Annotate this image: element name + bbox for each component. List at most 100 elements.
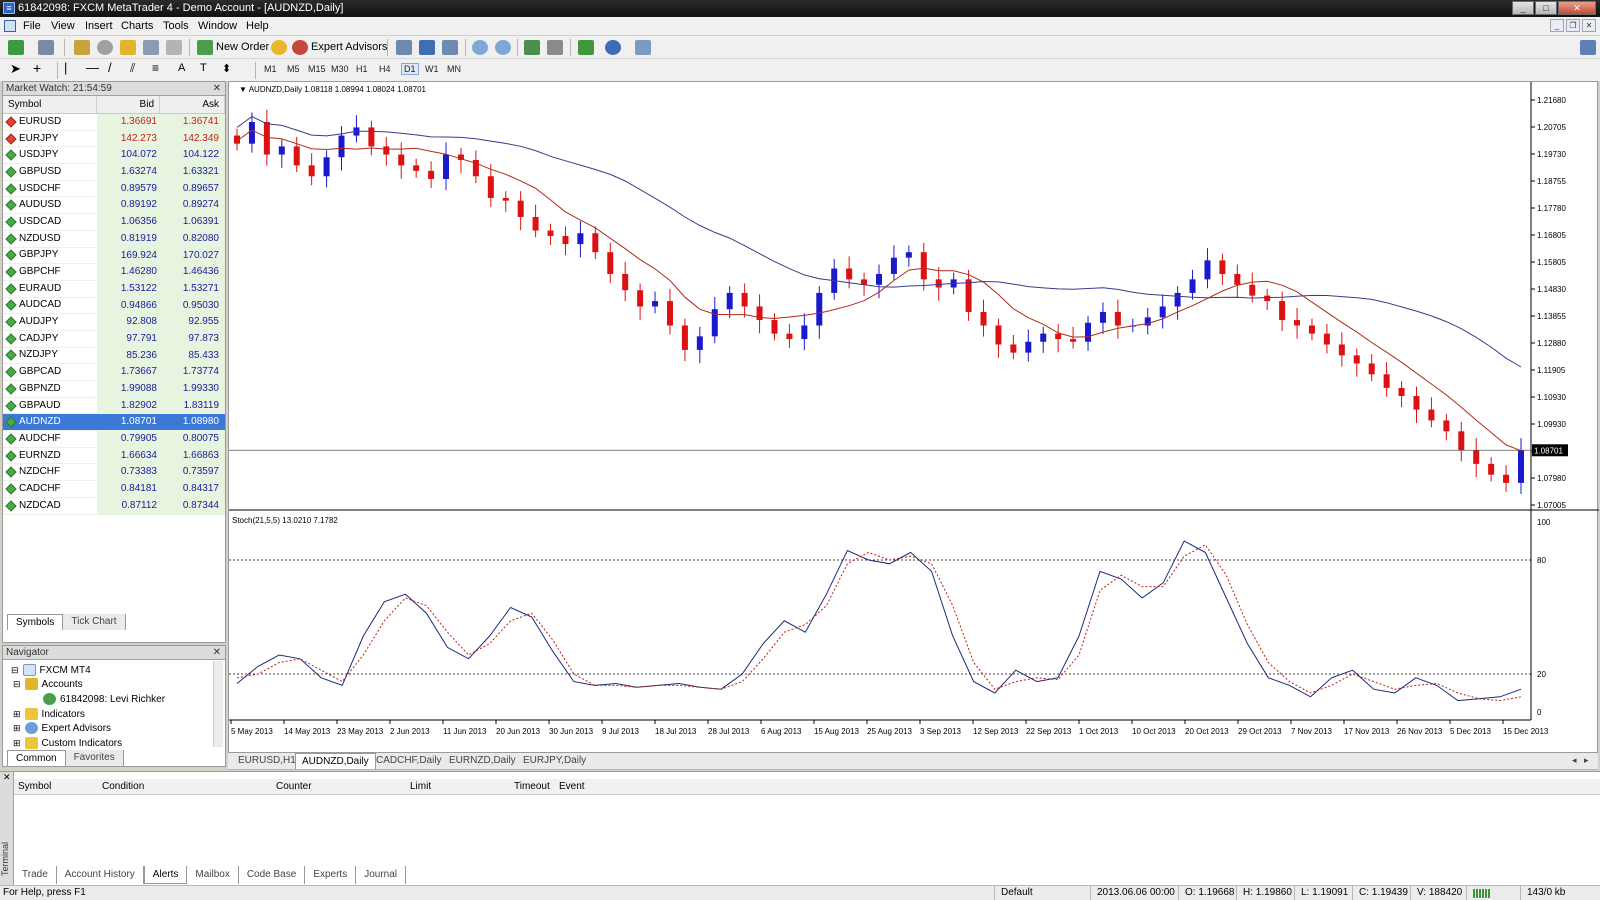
tab-common[interactable]: Common [7,750,66,766]
chart-tab-cadchf-daily[interactable]: CADCHF,Daily [376,755,442,766]
market-watch-row[interactable]: EURJPY 142.273 142.349 [3,130,225,148]
chart-window[interactable]: 1.21680 1.20705 1.19730 1.18755 1.17780 1.168… [228,81,1599,754]
candlesticks-icon[interactable] [419,40,435,55]
zoom-in-icon[interactable] [472,40,488,55]
market-watch-row[interactable]: GBPJPY 169.924 170.027 [3,247,225,265]
timeframe-h1[interactable]: H1 [356,64,368,74]
tab-trade[interactable]: Trade [14,866,57,884]
nav-accounts[interactable]: ⊟ Accounts [13,678,83,690]
market-watch-row[interactable]: GBPCHF 1.46280 1.46436 [3,264,225,281]
timeframe-m5[interactable]: M5 [287,64,300,74]
metaeditor-icon[interactable] [271,40,287,55]
close-terminal-icon[interactable]: ✕ [3,772,11,783]
chart-tab-audnzd-daily[interactable]: AUDNZD,Daily [295,753,376,769]
market-watch-row[interactable]: NZDJPY 85.236 85.433 [3,347,225,365]
strategy-tester-icon[interactable] [166,40,182,55]
market-watch-row[interactable]: EURAUD 1.53122 1.53271 [3,280,225,298]
col-bid[interactable]: Bid [97,96,160,113]
col-event[interactable]: Event [559,781,585,792]
close-button[interactable]: ✕ [1558,1,1596,15]
maximize-button[interactable]: □ [1535,1,1557,15]
timeframe-h4[interactable]: H4 [379,64,391,74]
new-chart-icon[interactable] [8,40,24,55]
col-counter[interactable]: Counter [276,781,312,792]
market-watch-row[interactable]: AUDUSD 0.89192 0.89274 [3,197,225,215]
market-watch-row[interactable]: GBPAUD 1.82902 1.83119 [3,397,225,415]
indicators-icon[interactable] [578,40,594,55]
menu-charts[interactable]: Charts [121,20,153,32]
dock-panel-icon[interactable] [1580,40,1596,55]
market-watch-row[interactable]: EURNZD 1.66634 1.66863 [3,447,225,465]
market-watch-icon[interactable] [74,40,90,55]
horizontal-line-icon[interactable]: — [86,60,102,75]
navigator-scrollbar[interactable] [213,661,223,747]
menu-view[interactable]: View [51,20,75,32]
text-icon[interactable]: A [178,62,194,77]
close-panel-icon[interactable]: ✕ [213,82,221,95]
profiles-icon[interactable] [38,40,54,55]
market-watch-row[interactable]: AUDJPY 92.808 92.955 [3,314,225,331]
menu-window[interactable]: Window [198,20,237,32]
market-watch-row[interactable]: NZDCHF 0.73383 0.73597 [3,464,225,482]
crosshair-icon[interactable]: + [33,60,49,76]
market-watch-row[interactable]: GBPUSD 1.63274 1.63321 [3,164,225,181]
chart-shift-icon[interactable] [547,40,563,55]
timeframe-w1[interactable]: W1 [425,64,439,74]
timeframe-mn[interactable]: MN [447,64,461,74]
market-watch-row[interactable]: GBPCAD 1.73667 1.73774 [3,364,225,381]
tab-journal[interactable]: Journal [356,866,407,884]
close-navigator-icon[interactable]: ✕ [213,646,221,659]
data-window-icon[interactable] [97,40,113,55]
tab-account-history[interactable]: Account History [57,866,144,884]
minimize-button[interactable]: _ [1512,1,1534,15]
nav-fxcm-mt4[interactable]: ⊟ FXCM MT4 [11,664,91,676]
vertical-line-icon[interactable]: | [64,60,80,75]
tab-mailbox[interactable]: Mailbox [187,866,239,884]
col-symbol[interactable]: Symbol [18,781,51,792]
mdi-restore-button[interactable]: ❐ [1566,19,1580,32]
market-watch-row[interactable]: CADCHF 0.84181 0.84317 [3,481,225,498]
market-watch-row[interactable]: USDCHF 0.89579 0.89657 [3,180,225,198]
fibonacci-icon[interactable]: ≡ [152,61,168,76]
nav-custom-indicators[interactable]: ⊞ Custom Indicators [13,737,122,749]
expert-advisors-button[interactable]: Expert Advisors [311,41,387,53]
menu-tools[interactable]: Tools [163,20,189,32]
tab-favorites[interactable]: Favorites [65,750,124,766]
chart-tab-eurjpy-daily[interactable]: EURJPY,Daily [523,755,586,766]
market-watch-row[interactable]: AUDNZD 1.08701 1.08980 [3,414,225,432]
market-watch-row[interactable]: USDCAD 1.06356 1.06391 [3,214,225,231]
menu-file[interactable]: File [23,20,41,32]
templates-icon[interactable] [635,40,651,55]
market-watch-row[interactable]: EURUSD 1.36691 1.36741 [3,114,225,131]
arrows-icon[interactable]: ⬍ [222,62,238,77]
chart-tab-eurusd-h1[interactable]: EURUSD,H1 [238,755,296,766]
auto-scroll-icon[interactable] [524,40,540,55]
tab-tick-chart[interactable]: Tick Chart [63,614,126,630]
nav-expert-advisors[interactable]: ⊞ Expert Advisors [13,722,111,734]
zoom-out-icon[interactable] [495,40,511,55]
timeframe-m15[interactable]: M15 [308,64,326,74]
mdi-close-button[interactable]: ✕ [1582,19,1596,32]
periods-icon[interactable] [605,40,621,55]
navigator-icon[interactable] [120,40,136,55]
new-order-button[interactable]: New Order [216,41,269,53]
terminal-icon[interactable] [143,40,159,55]
menu-insert[interactable]: Insert [85,20,113,32]
trendline-icon[interactable]: / [108,60,124,75]
market-watch-row[interactable]: NZDUSD 0.81919 0.82080 [3,230,225,248]
nav-indicators[interactable]: ⊞ Indicators [13,708,85,720]
tab-experts[interactable]: Experts [305,866,357,884]
market-watch-row[interactable]: AUDCHF 0.79905 0.80075 [3,431,225,448]
tab-code-base[interactable]: Code Base [239,866,306,884]
bar-chart-icon[interactable] [396,40,412,55]
market-watch-row[interactable]: GBPNZD 1.99088 1.99330 [3,381,225,398]
timeframe-d1[interactable]: D1 [401,63,419,75]
chart-canvas[interactable]: 1.21680 1.20705 1.19730 1.18755 1.17780 1.168… [229,82,1599,754]
expert-advisors-icon[interactable] [292,40,308,55]
col-symbol[interactable]: Symbol [3,96,97,113]
market-watch-row[interactable]: NZDCAD 0.87112 0.87344 [3,497,225,515]
market-watch-row[interactable]: USDJPY 104.072 104.122 [3,147,225,165]
col-ask[interactable]: Ask [160,96,225,113]
new-order-icon[interactable] [197,40,213,55]
mdi-minimize-button[interactable]: _ [1550,19,1564,32]
